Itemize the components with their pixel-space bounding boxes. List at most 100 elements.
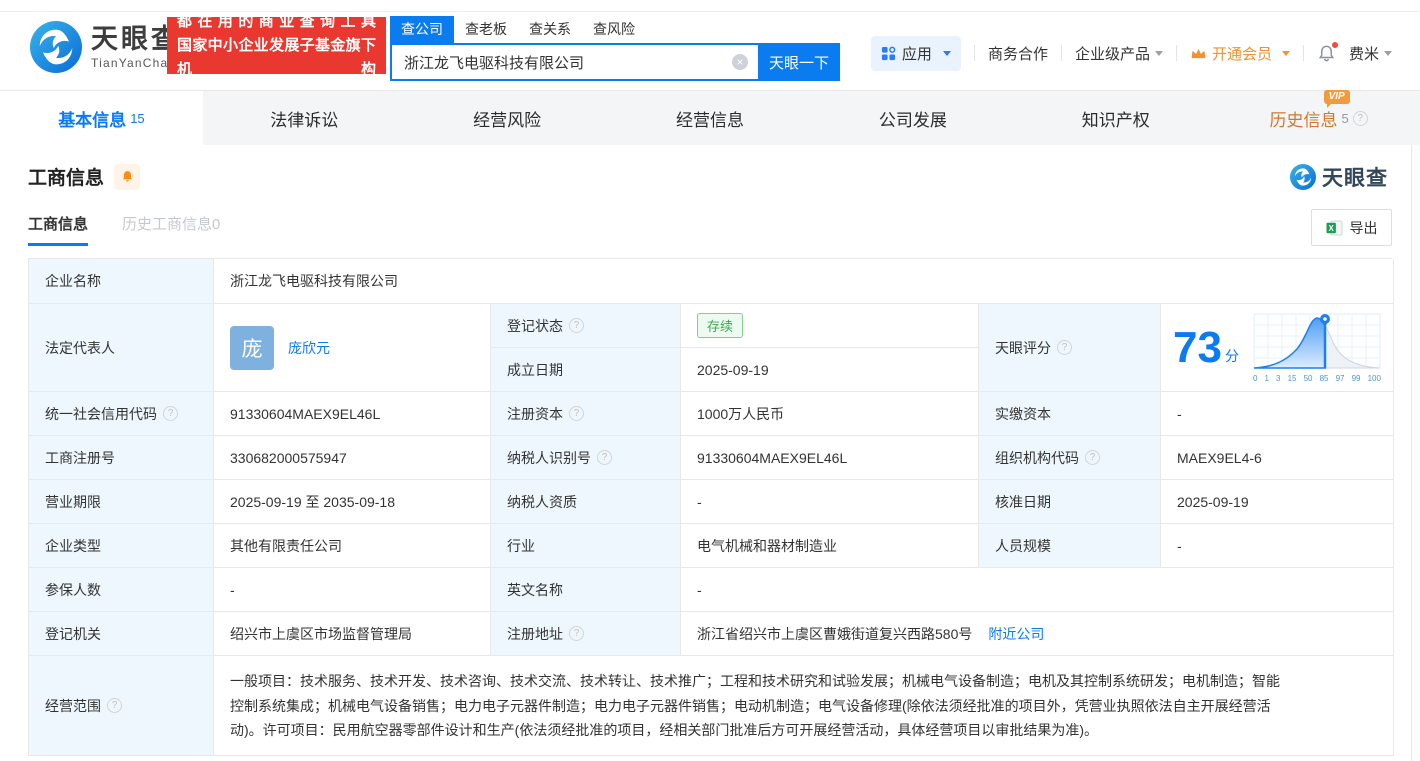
avatar[interactable]: 庞 (230, 325, 274, 370)
company-type-value: 其他有限责任公司 (214, 524, 491, 568)
help-icon[interactable] (1057, 340, 1072, 355)
field-label: 纳税人识别号 (491, 436, 681, 480)
page: { "colors": { "accent": "#0b7cf0", "bran… (0, 0, 1420, 761)
search-tabs: 查公司 查老板 查关系 查风险 (390, 16, 840, 43)
field-label: 登记机关 (29, 612, 214, 656)
tianyancha-logo-icon (30, 21, 82, 73)
field-label: 登记状态 (491, 304, 681, 348)
chevron-down-icon (1281, 50, 1290, 56)
help-icon[interactable] (569, 318, 584, 333)
field-label: 注册地址 (491, 612, 681, 656)
subtabs: 工商信息 历史工商信息0 (28, 213, 220, 246)
tianyancha-logo-icon (1290, 164, 1316, 190)
help-icon[interactable] (597, 450, 612, 465)
status-badge: 存续 (697, 313, 744, 338)
search-tab-boss[interactable]: 查老板 (454, 16, 518, 43)
tab-operational-risk[interactable]: 经营风险 (406, 91, 609, 145)
field-label: 核准日期 (979, 480, 1161, 524)
field-label: 英文名称 (491, 568, 681, 612)
chevron-down-icon (1384, 50, 1392, 56)
help-icon[interactable] (1085, 450, 1100, 465)
score-value: 73 (1173, 322, 1222, 372)
reg-authority-value: 绍兴市上虞区市场监督管理局 (214, 612, 491, 656)
nav-divider (973, 45, 975, 61)
subtab-business-registration[interactable]: 工商信息 (28, 213, 89, 246)
tab-history-info[interactable]: VIP 历史信息 5 (1217, 89, 1420, 145)
watermark-text: 天眼查 (1322, 167, 1388, 190)
field-label: 营业期限 (29, 480, 214, 524)
field-label: 企业名称 (29, 259, 214, 304)
clear-search-icon[interactable] (732, 54, 748, 70)
tab-business-info[interactable]: 经营信息 (609, 91, 812, 145)
field-label: 工商注册号 (29, 436, 214, 480)
search-area: 查公司 查老板 查关系 查风险 天眼一下 (390, 16, 840, 81)
field-label: 人员规模 (979, 524, 1161, 568)
bell-icon (122, 171, 132, 182)
search-tab-relation[interactable]: 查关系 (518, 16, 582, 43)
chevron-down-icon (1154, 50, 1163, 56)
reg-number-value: 330682000575947 (214, 436, 491, 480)
slogan-line-1: 都在用的商业查询工具 (177, 12, 376, 30)
field-label: 组织机构代码 (979, 436, 1161, 480)
export-button[interactable]: X 导出 (1311, 209, 1392, 246)
reg-capital-value: 1000万人民币 (681, 392, 979, 436)
taxpayer-quality-value: - (681, 480, 979, 524)
help-icon[interactable] (569, 626, 584, 641)
search-tab-risk[interactable]: 查风险 (582, 16, 646, 43)
help-icon[interactable] (1352, 110, 1368, 126)
nav-enterprise-products[interactable]: 企业级产品 (1075, 43, 1163, 64)
field-label: 经营范围 (29, 656, 214, 756)
field-label: 企业类型 (29, 524, 214, 568)
excel-icon: X (1326, 220, 1342, 235)
field-label: 法定代表人 (29, 304, 214, 392)
svg-text:X: X (1328, 223, 1334, 232)
search-input[interactable] (390, 43, 758, 81)
nav-divider (1060, 45, 1062, 61)
header-nav: 应用 商务合作 企业级产品 开通会员 费米 (870, 35, 1392, 71)
scrollbar[interactable] (1411, 145, 1420, 761)
legal-rep-link[interactable]: 庞欣元 (288, 338, 330, 358)
field-label: 天眼评分 (979, 304, 1161, 392)
nav-open-vip[interactable]: 开通会员 (1190, 43, 1290, 64)
score-distribution-chart: 01 3 15 50 85 97 99 100 (1253, 312, 1381, 383)
staff-size-value: - (1161, 524, 1394, 568)
reg-address-value: 浙江省绍兴市上虞区曹娥街道复兴西路580号 (697, 625, 973, 642)
tab-count: 5 (1341, 110, 1349, 126)
search-tab-company[interactable]: 查公司 (390, 16, 454, 43)
search-button[interactable]: 天眼一下 (758, 43, 840, 81)
industry-value: 电气机械和器材制造业 (681, 524, 979, 568)
help-icon[interactable] (569, 406, 584, 421)
help-icon[interactable] (107, 698, 122, 713)
nav-user-menu[interactable]: 费米 (1349, 43, 1392, 64)
tyc-score-cell: 73 分 0 1 3 15 50 85 97 99 100 (1161, 304, 1394, 392)
paid-capital-value: - (1161, 392, 1394, 436)
nearby-companies-link[interactable]: 附近公司 (988, 624, 1044, 644)
slogan-banner: 都在用的商业查询工具 国家中小企业发展子基金旗下机构 (167, 13, 386, 78)
slogan-line-2: 国家中小企业发展子基金旗下机构 (177, 36, 376, 78)
tab-intellectual-property[interactable]: 知识产权 (1014, 91, 1217, 145)
monitor-bell-button[interactable] (114, 163, 141, 190)
tab-company-development[interactable]: 公司发展 (811, 91, 1014, 145)
insured-count-value: - (214, 568, 491, 612)
subtab-history-business-registration[interactable]: 历史工商信息0 (122, 213, 220, 246)
apps-menu-label: 应用 (901, 45, 932, 63)
tab-count: 15 (130, 110, 145, 126)
field-label: 注册资本 (491, 392, 681, 436)
notifications-bell[interactable] (1317, 40, 1339, 63)
tab-legal-proceedings[interactable]: 法律诉讼 (203, 91, 406, 145)
chevron-down-icon (942, 50, 951, 56)
section-title: 工商信息 (28, 168, 105, 189)
credit-code-value: 91330604MAEX9EL46L (214, 392, 491, 436)
crown-icon (1191, 48, 1206, 58)
field-label: 成立日期 (491, 348, 681, 392)
english-name-value: - (681, 568, 1394, 612)
main-tabbar: 基本信息 15 法律诉讼 经营风险 经营信息 公司发展 知识产权 VIP 历史信… (0, 89, 1420, 145)
username: 费米 (1348, 45, 1379, 63)
legal-rep-cell: 庞 庞欣元 (214, 304, 491, 392)
reg-status-cell: 存续 (681, 304, 979, 348)
apps-menu-button[interactable]: 应用 (870, 35, 961, 71)
tab-basic-info[interactable]: 基本信息 15 (0, 91, 203, 145)
nav-business-cooperation[interactable]: 商务合作 (988, 43, 1048, 64)
notification-dot (1330, 40, 1339, 49)
help-icon[interactable] (163, 406, 178, 421)
